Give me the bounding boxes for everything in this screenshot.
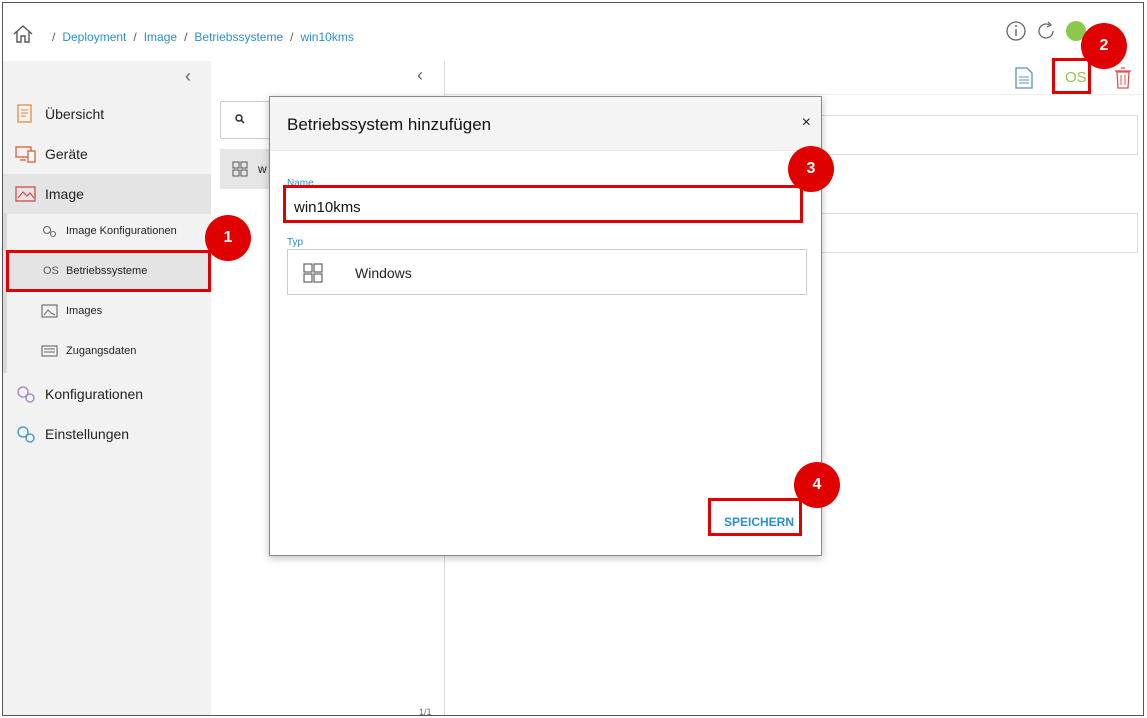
- app-window: / Deployment / Image / Betriebssysteme /…: [2, 2, 1144, 716]
- sidebar-subitem-label: Images: [66, 305, 103, 317]
- add-os-dialog: Betriebssystem hinzufügen × Name Typ Win…: [269, 96, 822, 556]
- type-label: Typ: [287, 237, 304, 248]
- sidebar-item-label: Einstellungen: [45, 426, 130, 442]
- breadcrumb-item-deployment[interactable]: Deployment: [62, 30, 126, 44]
- detail-description-field[interactable]: [803, 213, 1138, 253]
- dialog-title: Betriebssystem hinzufügen: [287, 115, 492, 134]
- document-icon[interactable]: [1013, 66, 1035, 90]
- sidebar-item-uebersicht[interactable]: Übersicht: [3, 94, 211, 134]
- sidebar-subitem-image-konfigurationen[interactable]: Image Konfigurationen: [3, 211, 211, 251]
- highlight-name-input: [283, 185, 803, 223]
- images-icon: [41, 304, 58, 318]
- sidebar-subitem-zugangsdaten[interactable]: Zugangsdaten: [3, 331, 211, 371]
- sidebar-item-geraete[interactable]: Geräte: [3, 134, 211, 174]
- highlight-save-button: [708, 498, 802, 536]
- sidebar-item-label: Übersicht: [45, 106, 105, 122]
- sidebar-item-label: Konfigurationen: [45, 386, 144, 402]
- pager: 1/1: [419, 707, 432, 716]
- header: / Deployment / Image / Betriebssysteme /…: [3, 3, 1143, 61]
- sidebar-item-konfigurationen[interactable]: Konfigurationen: [3, 374, 211, 414]
- sidebar-subitem-label: Zugangsdaten: [66, 345, 137, 357]
- highlight-os-button: [1052, 58, 1091, 94]
- sidebar: ‹ Übersicht Geräte Image Image Konfigura…: [3, 61, 211, 715]
- sidebar-subitem-label: Image Konfigurationen: [66, 225, 177, 237]
- refresh-icon[interactable]: [1035, 20, 1057, 42]
- sidebar-item-label: Image: [45, 186, 84, 202]
- header-actions: [1005, 20, 1087, 42]
- close-icon[interactable]: ×: [802, 114, 811, 132]
- annotation-badge-1: 1: [205, 215, 251, 261]
- overview-icon: [17, 104, 32, 123]
- info-icon[interactable]: [1005, 20, 1027, 42]
- annotation-badge-4: 4: [794, 462, 840, 508]
- list-item-label: w: [258, 162, 267, 176]
- credentials-icon: [41, 345, 58, 357]
- gears-icon: [42, 225, 57, 238]
- image-icon: [15, 186, 36, 202]
- sidebar-item-einstellungen[interactable]: Einstellungen: [3, 414, 211, 454]
- settings-icon: [17, 426, 35, 443]
- breadcrumb: / Deployment / Image / Betriebssysteme /…: [52, 30, 354, 44]
- dialog-header: Betriebssystem hinzufügen ×: [270, 97, 821, 151]
- type-select[interactable]: Windows: [287, 249, 807, 295]
- configurations-icon: [17, 386, 35, 403]
- detail-name-field[interactable]: [803, 115, 1138, 155]
- windows-icon: [232, 161, 248, 177]
- sidebar-item-image[interactable]: Image: [3, 174, 211, 214]
- annotation-badge-3: 3: [788, 146, 834, 192]
- type-value: Windows: [355, 265, 412, 281]
- annotation-badge-2: 2: [1081, 23, 1127, 69]
- sidebar-item-label: Geräte: [45, 146, 88, 162]
- detail-toolbar: OS: [445, 61, 1143, 95]
- sidebar-subitem-images[interactable]: Images: [3, 291, 211, 331]
- home-icon[interactable]: [12, 23, 34, 45]
- search-icon: [235, 114, 245, 124]
- trash-icon[interactable]: [1113, 66, 1133, 90]
- devices-icon: [15, 146, 36, 163]
- list-collapse-icon[interactable]: ‹: [417, 65, 423, 86]
- breadcrumb-item-current[interactable]: win10kms: [300, 30, 353, 44]
- sidebar-collapse-icon[interactable]: ‹: [185, 66, 191, 87]
- highlight-betriebssysteme: [6, 250, 211, 292]
- windows-icon: [303, 263, 323, 283]
- breadcrumb-item-betriebssysteme[interactable]: Betriebssysteme: [194, 30, 283, 44]
- breadcrumb-item-image[interactable]: Image: [144, 30, 177, 44]
